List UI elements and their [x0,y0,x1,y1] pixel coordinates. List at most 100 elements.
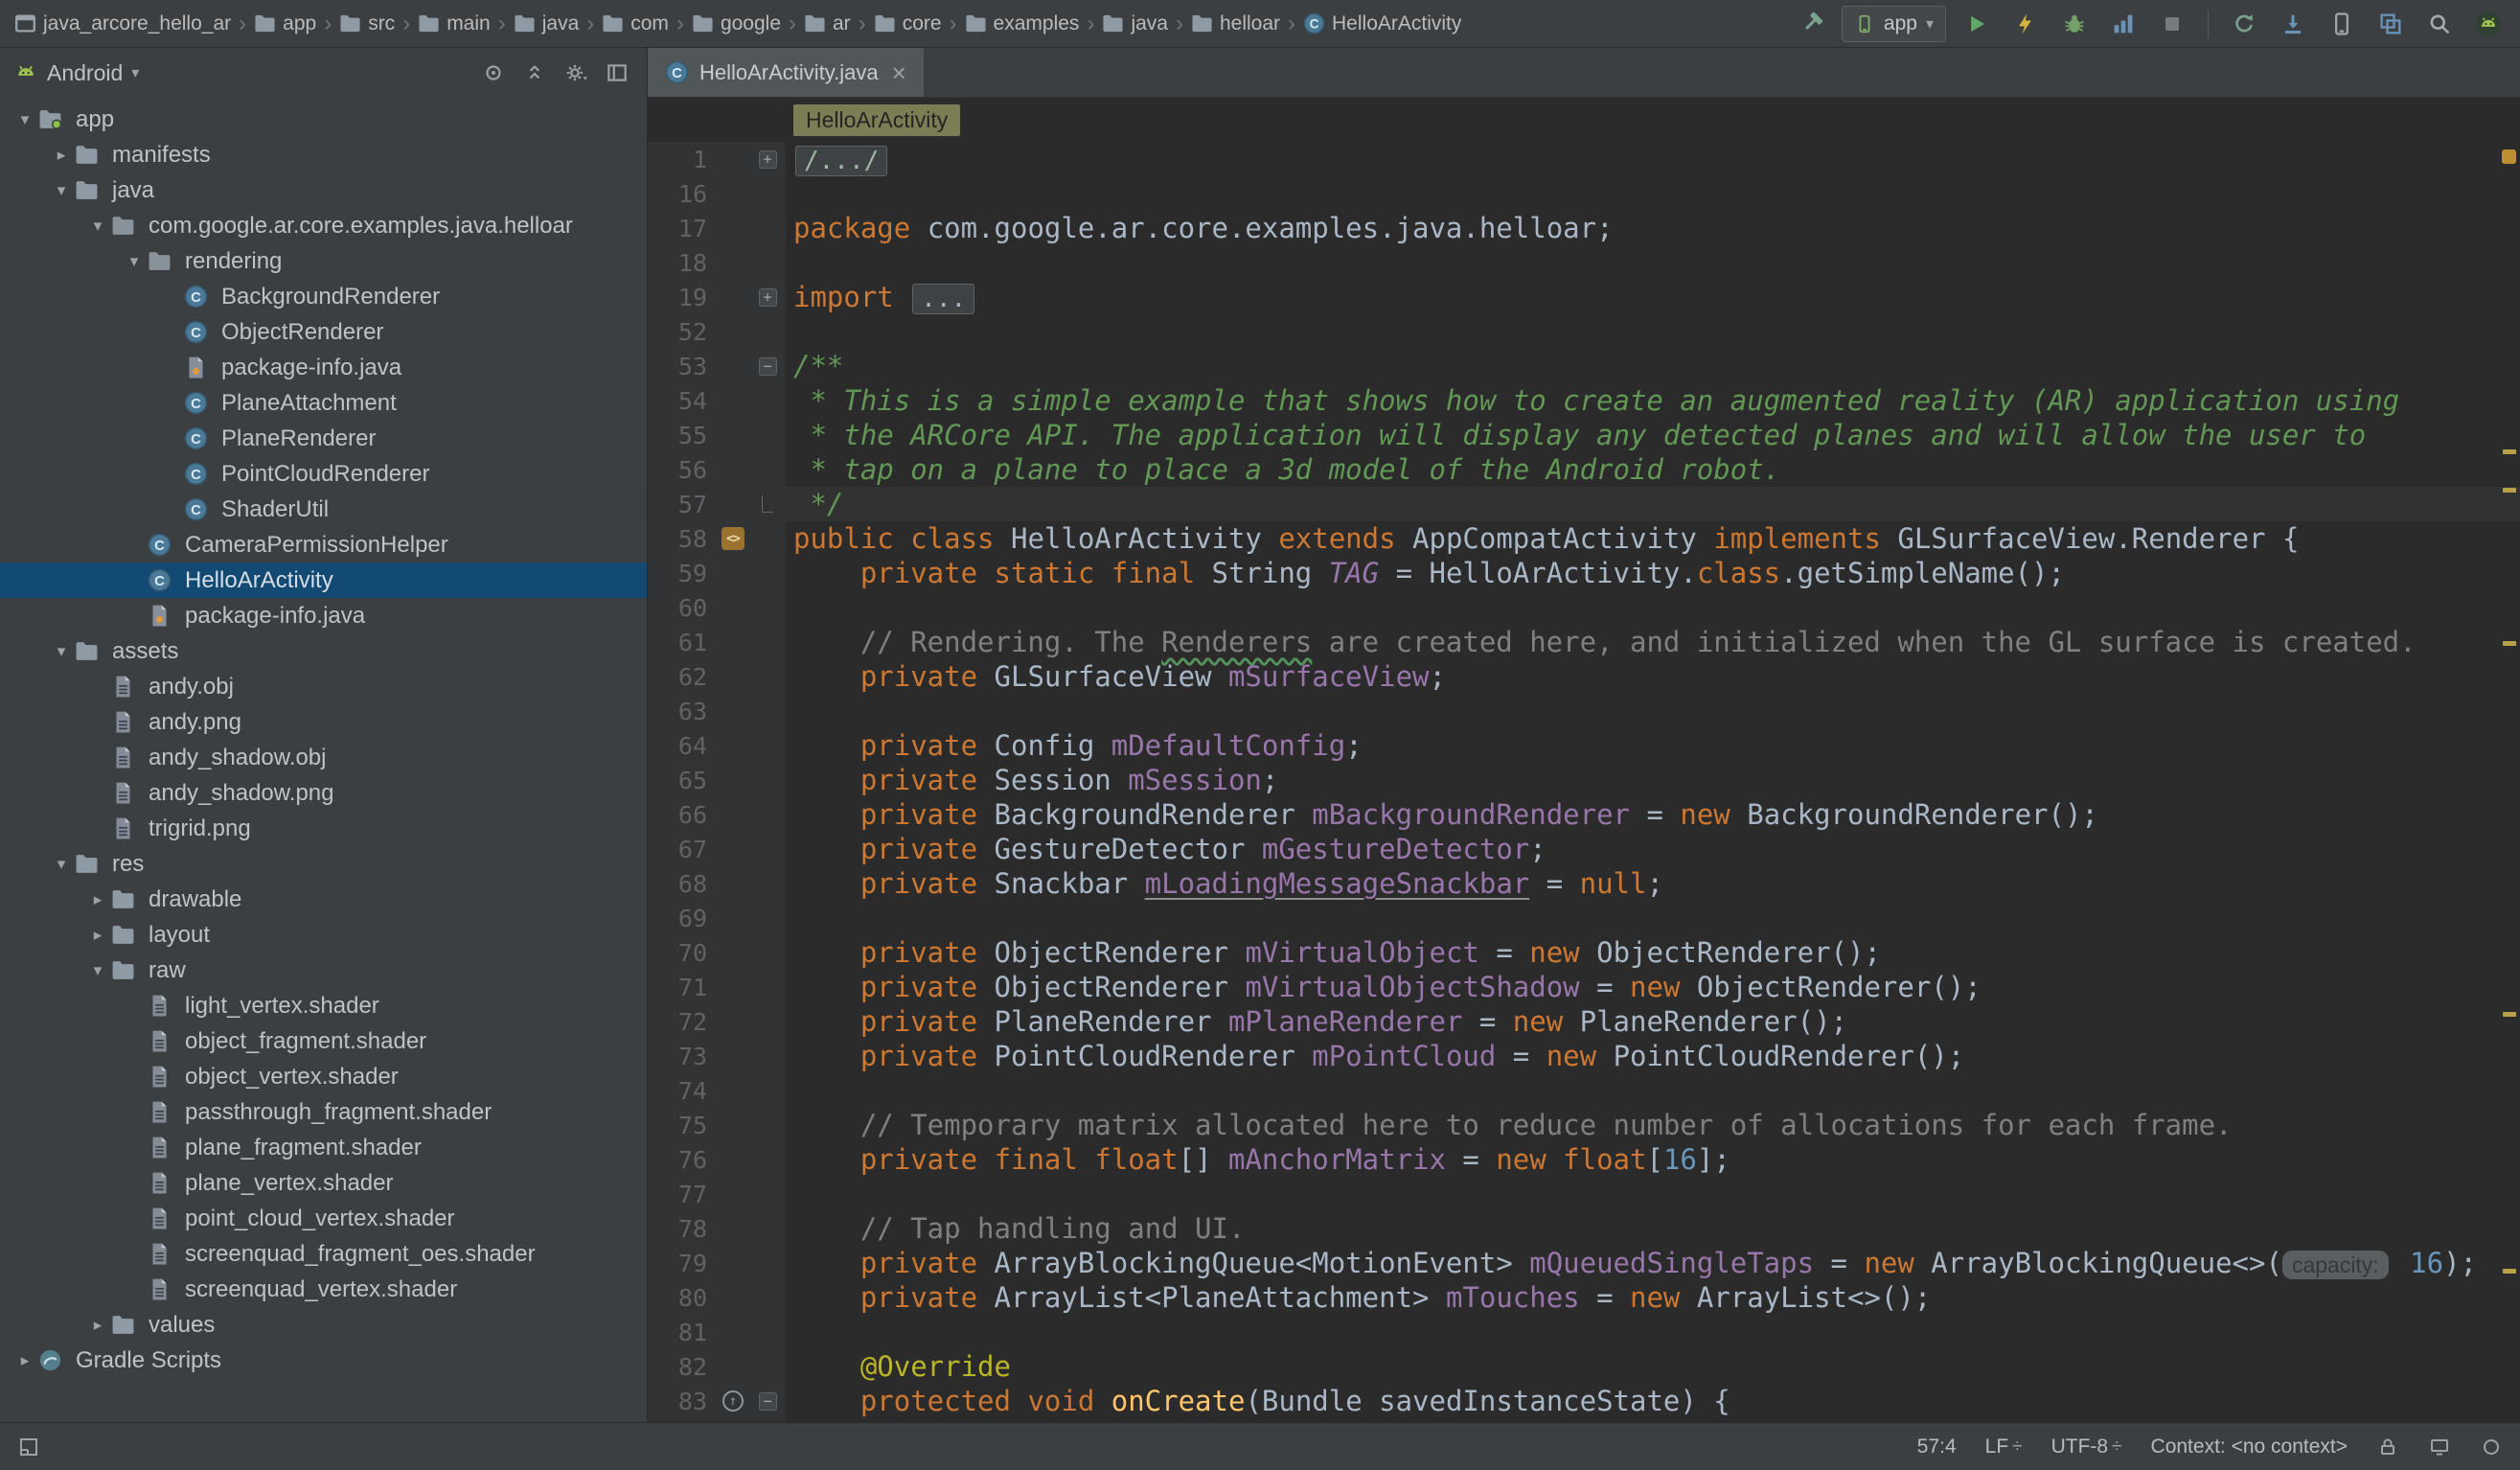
fold-end-icon[interactable] [762,495,773,513]
tree-item-drawable[interactable]: ▸drawable [0,882,647,917]
code-line-79[interactable]: 79 private ArrayBlockingQueue<MotionEven… [648,1246,2520,1280]
code-line-77[interactable]: 77 [648,1177,2520,1211]
code-line-82[interactable]: 82 @Override [648,1349,2520,1384]
tree-item-res[interactable]: ▾res [0,846,647,882]
chevron-expanded-icon[interactable]: ▾ [48,855,75,874]
build-button[interactable] [1793,6,1829,42]
breadcrumb-item-ar[interactable]: ar [799,11,856,37]
code-line-76[interactable]: 76 private final float[] mAnchorMatrix =… [648,1142,2520,1177]
tree-item-values[interactable]: ▸values [0,1307,647,1343]
code-line-53[interactable]: 53−/** [648,349,2520,383]
code-line-67[interactable]: 67 private GestureDetector mGestureDetec… [648,832,2520,866]
breadcrumb-item-examples[interactable]: examples [960,11,1085,37]
run-button[interactable] [1959,6,1995,42]
tree-item-assets[interactable]: ▾assets [0,633,647,669]
tab-close-icon[interactable]: × [892,60,906,85]
breadcrumb-current-element[interactable]: HelloArActivity [793,104,960,136]
encoding-widget[interactable]: UTF-8÷ [2051,1436,2122,1459]
hide-panel-button[interactable] [601,57,633,89]
avd-manager-button[interactable] [2324,6,2360,42]
breadcrumb-item-java[interactable]: java [509,11,584,37]
tree-item-app[interactable]: ▾app [0,102,647,137]
tree-item-object-fragment-shader[interactable]: object_fragment.shader [0,1023,647,1059]
tree-item-shaderutil[interactable]: CShaderUtil [0,492,647,527]
code-line-73[interactable]: 73 private PointCloudRenderer mPointClou… [648,1039,2520,1073]
code-line-66[interactable]: 66 private BackgroundRenderer mBackgroun… [648,797,2520,832]
code-line-62[interactable]: 62 private GLSurfaceView mSurfaceView; [648,659,2520,694]
tree-item-pointcloudrenderer[interactable]: CPointCloudRenderer [0,456,647,492]
breadcrumb-item-com[interactable]: com [597,11,674,37]
code-line-59[interactable]: 59 private static final String TAG = Hel… [648,556,2520,590]
code-line-57[interactable]: 57 */ [648,487,2520,521]
warning-stripe-mark[interactable] [2503,488,2516,493]
code-line-75[interactable]: 75 // Temporary matrix allocated here to… [648,1108,2520,1142]
tree-item-camerapermissionhelper[interactable]: CCameraPermissionHelper [0,527,647,563]
warning-stripe-mark[interactable] [2503,641,2516,646]
background-tasks-indicator[interactable] [2480,1436,2503,1459]
editor-tab-helloaractivity[interactable]: C HelloArActivity.java × [648,48,924,97]
tree-item-raw[interactable]: ▾raw [0,953,647,988]
code-line-72[interactable]: 72 private PlaneRenderer mPlaneRenderer … [648,1004,2520,1039]
inspections-status-icon[interactable] [2502,149,2516,164]
profiler-button[interactable] [2105,6,2142,42]
tree-item-planerenderer[interactable]: CPlaneRenderer [0,421,647,456]
chevron-expanded-icon[interactable]: ▾ [84,217,111,236]
class-gutter-marker-icon[interactable]: <> [722,527,745,550]
apply-changes-button[interactable] [2007,6,2044,42]
warning-stripe-mark[interactable] [2503,1269,2516,1274]
code-line-19[interactable]: 19+import ... [648,280,2520,314]
toolwindow-toggle-button[interactable] [17,1436,40,1459]
code-line-83[interactable]: 83↑− protected void onCreate(Bundle save… [648,1384,2520,1418]
fold-expanded-icon[interactable]: − [759,357,777,376]
breadcrumb-item-app[interactable]: app [249,11,321,37]
chevron-expanded-icon[interactable]: ▾ [48,642,75,661]
project-view-selector[interactable]: Android [47,60,123,86]
breadcrumb-item-src[interactable]: src [334,11,400,37]
chevron-collapsed-icon[interactable]: ▸ [84,890,111,909]
tree-item-rendering[interactable]: ▾rendering [0,243,647,279]
tree-item-andy-shadow-obj[interactable]: andy_shadow.obj [0,740,647,775]
run-config-selector[interactable]: app ▾ [1842,6,1946,42]
warning-stripe-mark[interactable] [2503,1012,2516,1017]
tree-item-andy-png[interactable]: andy.png [0,704,647,740]
tree-item-manifests[interactable]: ▸manifests [0,137,647,172]
code-line-71[interactable]: 71 private ObjectRenderer mVirtualObject… [648,970,2520,1004]
overrides-icon[interactable]: ↑ [722,1390,744,1412]
fold-expanded-icon[interactable]: − [759,1392,777,1411]
code-line-16[interactable]: 16 [648,176,2520,211]
code-line-58[interactable]: 58<>public class HelloArActivity extends… [648,521,2520,556]
code-line-52[interactable]: 52 [648,314,2520,349]
tree-item-object-vertex-shader[interactable]: object_vertex.shader [0,1059,647,1094]
tree-item-helloaractivity[interactable]: CHelloArActivity [0,563,647,598]
tree-item-package-info-java[interactable]: package-info.java [0,598,647,633]
tree-item-layout[interactable]: ▸layout [0,917,647,953]
tree-item-light-vertex-shader[interactable]: light_vertex.shader [0,988,647,1023]
code-line-55[interactable]: 55 * the ARCore API. The application wil… [648,418,2520,452]
debug-button[interactable] [2056,6,2093,42]
fold-collapsed-icon[interactable]: + [759,150,777,169]
code-line-68[interactable]: 68 private Snackbar mLoadingMessageSnack… [648,866,2520,901]
breadcrumb-item-main[interactable]: main [413,11,495,37]
tree-item-passthrough-fragment-shader[interactable]: passthrough_fragment.shader [0,1094,647,1130]
code-line-81[interactable]: 81 [648,1315,2520,1349]
readonly-lock-toggle[interactable] [2376,1436,2399,1459]
tree-item-plane-vertex-shader[interactable]: plane_vertex.shader [0,1165,647,1201]
tree-item-com-google-ar-core-examples-java-helloar[interactable]: ▾com.google.ar.core.examples.java.helloa… [0,208,647,243]
tree-item-backgroundrenderer[interactable]: CBackgroundRenderer [0,279,647,314]
sync-project-button[interactable] [2226,6,2262,42]
tree-item-gradle-scripts[interactable]: ▸Gradle Scripts [0,1343,647,1378]
tree-item-package-info-java[interactable]: package-info.java [0,350,647,385]
tree-item-point-cloud-vertex-shader[interactable]: point_cloud_vertex.shader [0,1201,647,1236]
tree-item-screenquad-fragment-oes-shader[interactable]: screenquad_fragment_oes.shader [0,1236,647,1272]
code-line-80[interactable]: 80 private ArrayList<PlaneAttachment> mT… [648,1280,2520,1315]
code-line-74[interactable]: 74 [648,1073,2520,1108]
locate-file-button[interactable] [477,57,510,89]
context-widget[interactable]: Context: <no context> [2151,1436,2348,1459]
code-line-63[interactable]: 63 [648,694,2520,728]
assistant-avatar[interactable] [2470,6,2507,42]
chevron-expanded-icon[interactable]: ▾ [11,110,38,129]
tree-item-planeattachment[interactable]: CPlaneAttachment [0,385,647,421]
chevron-expanded-icon[interactable]: ▾ [48,181,75,200]
code-line-17[interactable]: 17package com.google.ar.core.examples.ja… [648,211,2520,245]
breadcrumb-item-core[interactable]: core [869,11,947,37]
